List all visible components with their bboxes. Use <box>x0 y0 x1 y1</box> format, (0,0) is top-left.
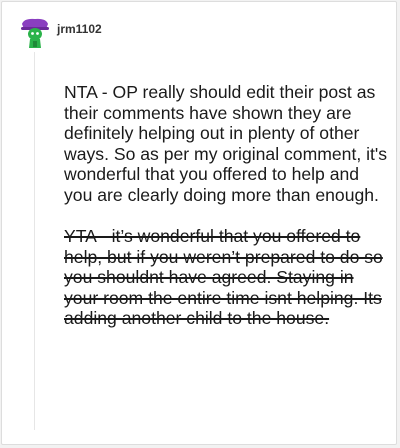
avatar[interactable] <box>18 15 52 49</box>
thread-line[interactable] <box>34 52 35 430</box>
snoo-avatar-icon <box>18 15 52 49</box>
comment-header: jrm1102 <box>18 15 102 49</box>
comment-card: jrm1102 NTA - OP really should edit thei… <box>1 1 397 445</box>
comment-original-struck-paragraph: YTA - it’s wonderful that you offered to… <box>64 226 383 328</box>
comment-edit-paragraph: NTA - OP really should edit their post a… <box>64 82 388 205</box>
comment-body: NTA - OP really should edit their post a… <box>64 82 390 329</box>
username-link[interactable]: jrm1102 <box>57 22 102 36</box>
